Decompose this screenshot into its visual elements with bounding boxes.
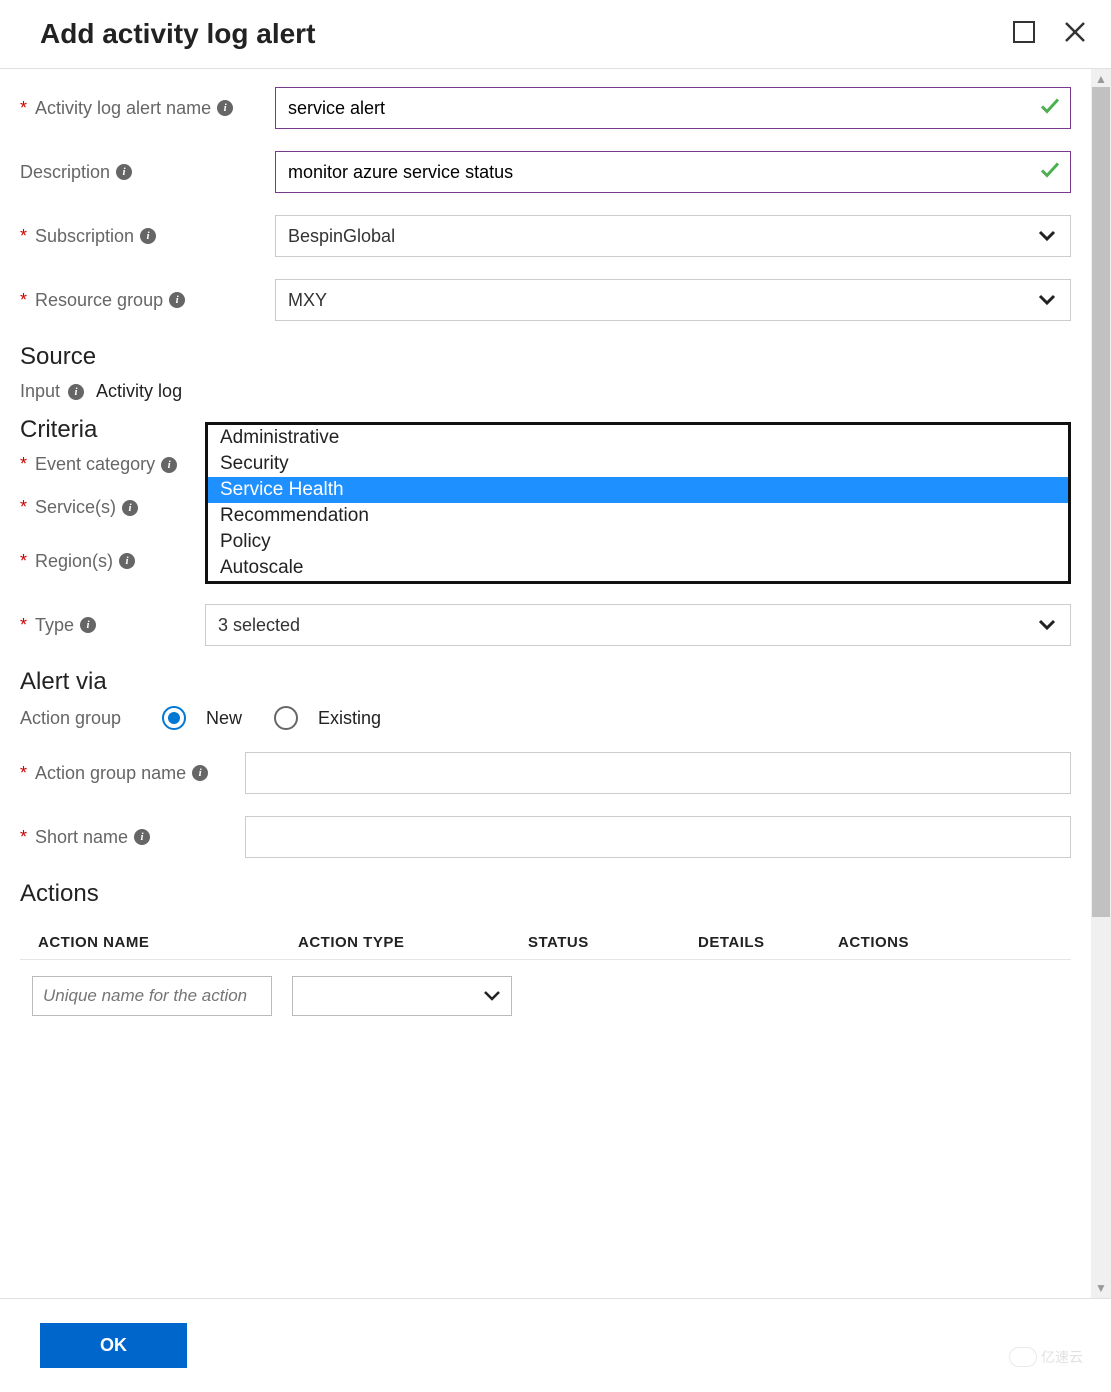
scroll-thumb[interactable] [1092, 87, 1110, 917]
vertical-scrollbar[interactable]: ▲ ▼ [1091, 69, 1111, 1298]
close-icon[interactable] [1063, 20, 1087, 49]
required-asterisk: * [20, 454, 27, 475]
label-subscription: * Subscription i [20, 226, 275, 247]
label-input: Input [20, 381, 60, 402]
info-icon[interactable]: i [192, 765, 208, 781]
row-action-group-name: * Action group name i [20, 752, 1071, 794]
dialog-header: Add activity log alert [0, 0, 1111, 69]
label-services: * Service(s) i [20, 497, 205, 518]
info-icon[interactable]: i [80, 617, 96, 633]
dropdown-option[interactable]: Autoscale [208, 555, 1068, 581]
value-input: Activity log [96, 381, 182, 402]
dropdown-option[interactable]: Administrative [208, 425, 1068, 451]
chevron-down-icon [1038, 230, 1056, 242]
row-subscription: * Subscription i BespinGlobal [20, 215, 1071, 257]
required-asterisk: * [20, 290, 27, 311]
row-alert-name: * Activity log alert name i [20, 87, 1071, 129]
label-description: Description i [20, 162, 275, 183]
section-actions: Actions [20, 880, 1071, 908]
scroll-up-icon[interactable]: ▲ [1095, 73, 1107, 85]
dropdown-option-selected[interactable]: Service Health [208, 477, 1068, 503]
info-icon[interactable]: i [140, 228, 156, 244]
subscription-select[interactable]: BespinGlobal [275, 215, 1071, 257]
dialog-footer: OK [0, 1298, 1111, 1392]
info-icon[interactable]: i [161, 457, 177, 473]
ok-button[interactable]: OK [40, 1323, 187, 1368]
info-icon[interactable]: i [134, 829, 150, 845]
info-icon[interactable]: i [217, 100, 233, 116]
actions-table: ACTION NAME ACTION TYPE STATUS DETAILS A… [20, 926, 1071, 1024]
header-controls [1013, 20, 1087, 49]
label-alert-name: * Activity log alert name i [20, 98, 275, 119]
dialog-title: Add activity log alert [40, 18, 315, 50]
resource-group-select[interactable]: MXY [275, 279, 1071, 321]
dialog-content: * Activity log alert name i Description … [0, 69, 1091, 1298]
label-regions: * Region(s) i [20, 551, 205, 572]
cloud-icon [1009, 1347, 1037, 1367]
row-short-name: * Short name i [20, 816, 1071, 858]
required-asterisk: * [20, 98, 27, 119]
row-action-group-radio: Action group New Existing [20, 706, 1071, 730]
col-action-type: ACTION TYPE [298, 934, 528, 951]
maximize-icon[interactable] [1013, 21, 1035, 48]
chevron-down-icon [1038, 619, 1056, 631]
col-details: DETAILS [698, 934, 838, 951]
row-description: Description i [20, 151, 1071, 193]
watermark: 亿速云 [1009, 1347, 1083, 1367]
radio-new-label: New [206, 708, 242, 729]
actions-header-row: ACTION NAME ACTION TYPE STATUS DETAILS A… [20, 926, 1071, 960]
dropdown-option[interactable]: Security [208, 451, 1068, 477]
col-action-name: ACTION NAME [38, 934, 298, 951]
description-input[interactable] [275, 151, 1071, 193]
label-resource-group: * Resource group i [20, 290, 275, 311]
required-asterisk: * [20, 615, 27, 636]
radio-existing[interactable] [274, 706, 298, 730]
required-asterisk: * [20, 827, 27, 848]
label-type: * Type i [20, 615, 205, 636]
required-asterisk: * [20, 763, 27, 784]
required-asterisk: * [20, 226, 27, 247]
actions-input-row [20, 960, 1071, 1024]
action-name-input[interactable] [32, 976, 272, 1016]
chevron-down-icon [1038, 294, 1056, 306]
info-icon[interactable]: i [169, 292, 185, 308]
action-group-name-input[interactable] [245, 752, 1071, 794]
info-icon[interactable]: i [122, 500, 138, 516]
section-source: Source [20, 343, 1071, 371]
short-name-input[interactable] [245, 816, 1071, 858]
event-category-dropdown[interactable]: Administrative Security Service Health R… [205, 422, 1071, 584]
label-action-group-name: * Action group name i [20, 763, 245, 784]
info-icon[interactable]: i [119, 553, 135, 569]
dropdown-option[interactable]: Recommendation [208, 503, 1068, 529]
dropdown-option[interactable]: Policy [208, 529, 1068, 555]
label-event-category: * Event category i [20, 454, 205, 475]
type-select[interactable]: 3 selected [205, 604, 1071, 646]
check-icon [1039, 95, 1061, 122]
row-type: * Type i 3 selected [20, 604, 1071, 646]
scroll-down-icon[interactable]: ▼ [1095, 1282, 1107, 1294]
radio-existing-label: Existing [318, 708, 381, 729]
alert-name-input[interactable] [275, 87, 1071, 129]
radio-new[interactable] [162, 706, 186, 730]
col-status: STATUS [528, 934, 698, 951]
label-short-name: * Short name i [20, 827, 245, 848]
required-asterisk: * [20, 497, 27, 518]
chevron-down-icon [483, 990, 501, 1002]
label-action-group: Action group [20, 708, 142, 729]
row-resource-group: * Resource group i MXY [20, 279, 1071, 321]
info-icon[interactable]: i [116, 164, 132, 180]
col-actions: ACTIONS [838, 934, 958, 951]
action-type-select[interactable] [292, 976, 512, 1016]
info-icon[interactable]: i [68, 384, 84, 400]
required-asterisk: * [20, 551, 27, 572]
check-icon [1039, 159, 1061, 186]
row-source-input: Input i Activity log [20, 381, 1071, 402]
section-alert-via: Alert via [20, 668, 1071, 696]
